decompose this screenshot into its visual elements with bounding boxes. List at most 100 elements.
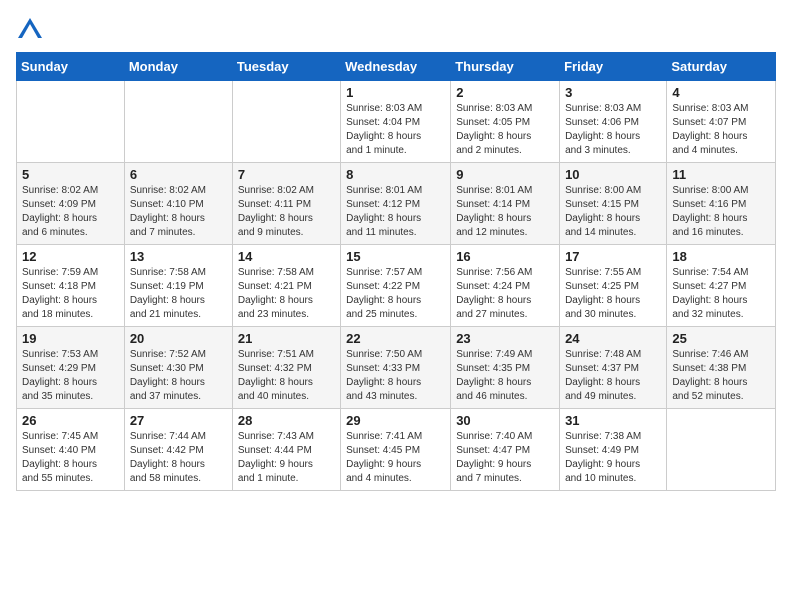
day-cell <box>17 81 125 163</box>
day-cell: 9 Sunrise: 8:01 AM Sunset: 4:14 PM Daylig… <box>451 163 560 245</box>
day-info: Sunrise: 7:43 AM Sunset: 4:44 PM Dayligh… <box>238 430 335 486</box>
day-info: Sunrise: 7:58 AM Sunset: 4:19 PM Dayligh… <box>130 266 227 322</box>
day-number: 2 <box>456 85 554 100</box>
day-cell: 26 Sunrise: 7:45 AM Sunset: 4:40 PM Dayli… <box>17 409 125 491</box>
page-header <box>16 16 776 44</box>
day-cell: 5Sunrise: 8:02 AM Sunset: 4:09 PM Daylig… <box>17 163 125 245</box>
logo <box>16 16 48 44</box>
day-info: Sunrise: 7:50 AM Sunset: 4:33 PM Dayligh… <box>346 348 445 404</box>
week-row-3: 12Sunrise: 7:59 AM Sunset: 4:18 PM Dayli… <box>17 245 776 327</box>
day-number: 13 <box>130 249 227 264</box>
day-number: 29 <box>346 413 445 428</box>
day-number: 11 <box>672 167 770 182</box>
day-cell: 1 Sunrise: 8:03 AM Sunset: 4:04 PM Daylig… <box>341 81 451 163</box>
day-cell: 12Sunrise: 7:59 AM Sunset: 4:18 PM Dayli… <box>17 245 125 327</box>
day-number: 27 <box>130 413 227 428</box>
day-cell: 3Sunrise: 8:03 AM Sunset: 4:06 PM Daylig… <box>560 81 667 163</box>
day-info: Sunrise: 7:40 AM Sunset: 4:47 PM Dayligh… <box>456 430 554 486</box>
day-header-thursday: Thursday <box>451 53 560 81</box>
day-cell: 28 Sunrise: 7:43 AM Sunset: 4:44 PM Dayli… <box>232 409 340 491</box>
day-cell: 6Sunrise: 8:02 AM Sunset: 4:10 PM Daylig… <box>124 163 232 245</box>
day-cell: 27 Sunrise: 7:44 AM Sunset: 4:42 PM Dayli… <box>124 409 232 491</box>
day-number: 26 <box>22 413 119 428</box>
day-info: Sunrise: 7:57 AM Sunset: 4:22 PM Dayligh… <box>346 266 445 322</box>
week-row-4: 19 Sunrise: 7:53 AM Sunset: 4:29 PM Dayli… <box>17 327 776 409</box>
day-cell: 13 Sunrise: 7:58 AM Sunset: 4:19 PM Dayli… <box>124 245 232 327</box>
calendar-header: SundayMondayTuesdayWednesdayThursdayFrid… <box>17 53 776 81</box>
day-info: Sunrise: 8:03 AM Sunset: 4:05 PM Dayligh… <box>456 102 554 158</box>
day-cell: 31 Sunrise: 7:38 AM Sunset: 4:49 PM Dayli… <box>560 409 667 491</box>
day-number: 28 <box>238 413 335 428</box>
week-row-5: 26 Sunrise: 7:45 AM Sunset: 4:40 PM Dayli… <box>17 409 776 491</box>
day-cell: 20Sunrise: 7:52 AM Sunset: 4:30 PM Dayli… <box>124 327 232 409</box>
header-row: SundayMondayTuesdayWednesdayThursdayFrid… <box>17 53 776 81</box>
day-cell: 10 Sunrise: 8:00 AM Sunset: 4:15 PM Dayli… <box>560 163 667 245</box>
day-cell: 2 Sunrise: 8:03 AM Sunset: 4:05 PM Daylig… <box>451 81 560 163</box>
day-cell: 17 Sunrise: 7:55 AM Sunset: 4:25 PM Dayli… <box>560 245 667 327</box>
day-number: 30 <box>456 413 554 428</box>
day-info: Sunrise: 8:01 AM Sunset: 4:12 PM Dayligh… <box>346 184 445 240</box>
week-row-1: 1 Sunrise: 8:03 AM Sunset: 4:04 PM Daylig… <box>17 81 776 163</box>
day-cell: 29 Sunrise: 7:41 AM Sunset: 4:45 PM Dayli… <box>341 409 451 491</box>
day-cell: 15 Sunrise: 7:57 AM Sunset: 4:22 PM Dayli… <box>341 245 451 327</box>
day-number: 4 <box>672 85 770 100</box>
day-number: 23 <box>456 331 554 346</box>
day-info: Sunrise: 7:44 AM Sunset: 4:42 PM Dayligh… <box>130 430 227 486</box>
day-cell: 22 Sunrise: 7:50 AM Sunset: 4:33 PM Dayli… <box>341 327 451 409</box>
day-info: Sunrise: 8:02 AM Sunset: 4:11 PM Dayligh… <box>238 184 335 240</box>
day-cell <box>124 81 232 163</box>
day-info: Sunrise: 8:00 AM Sunset: 4:15 PM Dayligh… <box>565 184 661 240</box>
day-cell: 4Sunrise: 8:03 AM Sunset: 4:07 PM Daylig… <box>667 81 776 163</box>
day-cell: 8 Sunrise: 8:01 AM Sunset: 4:12 PM Daylig… <box>341 163 451 245</box>
day-number: 22 <box>346 331 445 346</box>
day-info: Sunrise: 7:55 AM Sunset: 4:25 PM Dayligh… <box>565 266 661 322</box>
day-number: 21 <box>238 331 335 346</box>
day-number: 31 <box>565 413 661 428</box>
day-cell: 25 Sunrise: 7:46 AM Sunset: 4:38 PM Dayli… <box>667 327 776 409</box>
calendar: SundayMondayTuesdayWednesdayThursdayFrid… <box>16 52 776 491</box>
day-cell: 21Sunrise: 7:51 AM Sunset: 4:32 PM Dayli… <box>232 327 340 409</box>
day-header-friday: Friday <box>560 53 667 81</box>
week-row-2: 5Sunrise: 8:02 AM Sunset: 4:09 PM Daylig… <box>17 163 776 245</box>
day-number: 16 <box>456 249 554 264</box>
day-info: Sunrise: 7:38 AM Sunset: 4:49 PM Dayligh… <box>565 430 661 486</box>
day-info: Sunrise: 7:53 AM Sunset: 4:29 PM Dayligh… <box>22 348 119 404</box>
day-number: 12 <box>22 249 119 264</box>
day-number: 15 <box>346 249 445 264</box>
day-cell <box>232 81 340 163</box>
calendar-body: 1 Sunrise: 8:03 AM Sunset: 4:04 PM Daylig… <box>17 81 776 491</box>
day-number: 17 <box>565 249 661 264</box>
day-number: 3 <box>565 85 661 100</box>
day-cell: 30 Sunrise: 7:40 AM Sunset: 4:47 PM Dayli… <box>451 409 560 491</box>
day-cell: 16Sunrise: 7:56 AM Sunset: 4:24 PM Dayli… <box>451 245 560 327</box>
day-info: Sunrise: 7:41 AM Sunset: 4:45 PM Dayligh… <box>346 430 445 486</box>
day-info: Sunrise: 7:46 AM Sunset: 4:38 PM Dayligh… <box>672 348 770 404</box>
day-number: 20 <box>130 331 227 346</box>
day-number: 19 <box>22 331 119 346</box>
day-number: 10 <box>565 167 661 182</box>
day-cell: 11 Sunrise: 8:00 AM Sunset: 4:16 PM Dayli… <box>667 163 776 245</box>
day-number: 9 <box>456 167 554 182</box>
day-number: 8 <box>346 167 445 182</box>
day-header-sunday: Sunday <box>17 53 125 81</box>
day-info: Sunrise: 7:58 AM Sunset: 4:21 PM Dayligh… <box>238 266 335 322</box>
day-header-wednesday: Wednesday <box>341 53 451 81</box>
day-info: Sunrise: 8:03 AM Sunset: 4:04 PM Dayligh… <box>346 102 445 158</box>
day-cell <box>667 409 776 491</box>
logo-icon <box>16 16 44 44</box>
day-number: 24 <box>565 331 661 346</box>
day-cell: 19 Sunrise: 7:53 AM Sunset: 4:29 PM Dayli… <box>17 327 125 409</box>
day-info: Sunrise: 7:54 AM Sunset: 4:27 PM Dayligh… <box>672 266 770 322</box>
day-number: 7 <box>238 167 335 182</box>
day-info: Sunrise: 7:49 AM Sunset: 4:35 PM Dayligh… <box>456 348 554 404</box>
day-header-tuesday: Tuesday <box>232 53 340 81</box>
day-info: Sunrise: 7:45 AM Sunset: 4:40 PM Dayligh… <box>22 430 119 486</box>
day-number: 25 <box>672 331 770 346</box>
day-number: 1 <box>346 85 445 100</box>
day-header-saturday: Saturday <box>667 53 776 81</box>
day-info: Sunrise: 7:48 AM Sunset: 4:37 PM Dayligh… <box>565 348 661 404</box>
day-info: Sunrise: 8:01 AM Sunset: 4:14 PM Dayligh… <box>456 184 554 240</box>
day-cell: 24 Sunrise: 7:48 AM Sunset: 4:37 PM Dayli… <box>560 327 667 409</box>
day-number: 5 <box>22 167 119 182</box>
day-info: Sunrise: 8:00 AM Sunset: 4:16 PM Dayligh… <box>672 184 770 240</box>
